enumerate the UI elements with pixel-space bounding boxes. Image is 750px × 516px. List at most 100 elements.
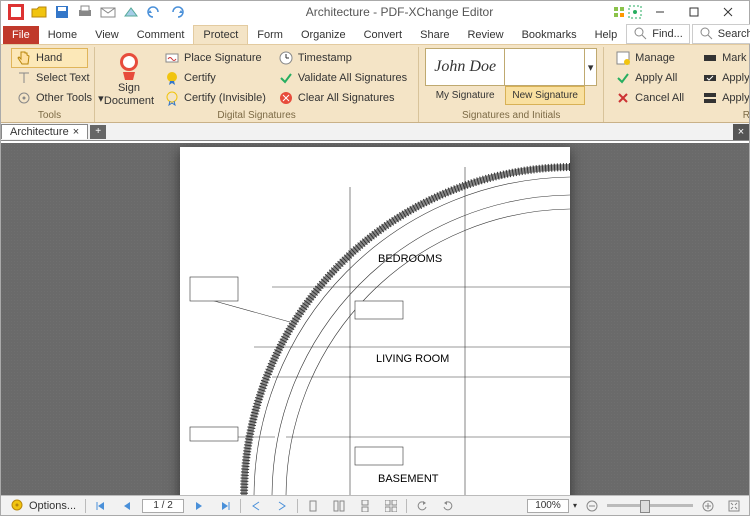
zoom-input[interactable] bbox=[527, 499, 569, 513]
qat-mail-icon[interactable] bbox=[97, 2, 119, 22]
apply-all-label: Apply All bbox=[635, 72, 677, 84]
next-page-button[interactable] bbox=[188, 499, 210, 513]
pdf-page: BEDROOMS LIVING ROOM BASEMENT bbox=[180, 147, 570, 495]
tab-view[interactable]: View bbox=[86, 26, 128, 44]
label-bedrooms: BEDROOMS bbox=[378, 253, 442, 265]
tab-organize[interactable]: Organize bbox=[292, 26, 355, 44]
workspace[interactable]: BEDROOMS LIVING ROOM BASEMENT bbox=[1, 143, 749, 495]
tab-comment[interactable]: Comment bbox=[128, 26, 194, 44]
sign-document-label: Sign Document bbox=[104, 82, 154, 106]
certify-inv-label: Certify (Invisible) bbox=[184, 92, 266, 104]
qat-redo-icon[interactable] bbox=[166, 2, 188, 22]
clear-signatures-button[interactable]: Clear All Signatures bbox=[273, 88, 412, 108]
certify-button[interactable]: Certify bbox=[159, 68, 271, 88]
tab-convert[interactable]: Convert bbox=[355, 26, 412, 44]
clear-label: Clear All Signatures bbox=[298, 92, 395, 104]
layout3-icon[interactable] bbox=[354, 499, 376, 513]
layout2-icon[interactable] bbox=[328, 499, 350, 513]
qat-print-icon[interactable] bbox=[74, 2, 96, 22]
mark-redact-label: Mark for Redaction bbox=[722, 52, 749, 64]
new-signature-tab[interactable]: New Signature bbox=[505, 86, 585, 105]
app-icon bbox=[5, 2, 27, 22]
sign-document-button[interactable]: Sign Document bbox=[101, 48, 157, 109]
add-tab-button[interactable]: + bbox=[90, 125, 106, 139]
apply-all-redact-label: Apply All bbox=[722, 92, 749, 104]
group-manage-label bbox=[610, 109, 689, 122]
apply-all-sig-button[interactable]: Apply All bbox=[610, 68, 689, 88]
manage-label: Manage bbox=[635, 52, 675, 64]
apply-selected-button[interactable]: Apply Selected bbox=[697, 68, 749, 88]
options-label: Options... bbox=[29, 500, 76, 512]
group-redact-label: Redact bbox=[697, 109, 749, 122]
label-living: LIVING ROOM bbox=[376, 353, 449, 365]
zoom-out-button[interactable] bbox=[581, 499, 603, 513]
group-siginitials-label: Signatures and Initials bbox=[425, 109, 597, 122]
validate-label: Validate All Signatures bbox=[298, 72, 407, 84]
find-label: Find... bbox=[652, 28, 683, 40]
search-button[interactable]: Search... bbox=[692, 24, 750, 44]
place-signature-button[interactable]: Place Signature bbox=[159, 48, 271, 68]
apply-all-redact-button[interactable]: Apply All bbox=[697, 88, 749, 108]
place-sig-label: Place Signature bbox=[184, 52, 262, 64]
tab-protect[interactable]: Protect bbox=[193, 25, 248, 44]
qat-undo-icon[interactable] bbox=[143, 2, 165, 22]
prev-page-button[interactable] bbox=[116, 499, 138, 513]
prev-view-button[interactable] bbox=[245, 499, 267, 513]
tab-file[interactable]: File bbox=[3, 26, 39, 44]
tab-review[interactable]: Review bbox=[458, 26, 512, 44]
tab-form[interactable]: Form bbox=[248, 26, 292, 44]
cancel-all-label: Cancel All bbox=[635, 92, 684, 104]
rotate-cw-icon[interactable] bbox=[437, 499, 459, 513]
minimize-button[interactable] bbox=[643, 2, 677, 22]
other-tools[interactable]: Other Tools▾ bbox=[11, 88, 88, 108]
layout1-icon[interactable] bbox=[302, 499, 324, 513]
qat-open-icon[interactable] bbox=[28, 2, 50, 22]
tab-home[interactable]: Home bbox=[39, 26, 86, 44]
fit-page-icon[interactable] bbox=[723, 499, 745, 513]
manage-button[interactable]: Manage bbox=[610, 48, 689, 68]
qat-scan-icon[interactable] bbox=[120, 2, 142, 22]
first-page-button[interactable] bbox=[90, 499, 112, 513]
document-tab[interactable]: Architecture × bbox=[1, 124, 88, 139]
doctab-label: Architecture bbox=[10, 126, 69, 138]
label-basement: BASEMENT bbox=[378, 473, 439, 485]
maximize-button[interactable] bbox=[677, 2, 711, 22]
launch-icon[interactable] bbox=[627, 4, 643, 20]
qat-save-icon[interactable] bbox=[51, 2, 73, 22]
my-signature-tab[interactable]: My Signature bbox=[425, 86, 505, 105]
rotate-ccw-icon[interactable] bbox=[411, 499, 433, 513]
select-text-tool[interactable]: Select Text bbox=[11, 68, 88, 88]
search-label: Search... bbox=[718, 28, 750, 40]
hand-label: Hand bbox=[36, 52, 62, 64]
sig-name: John Doe bbox=[434, 58, 496, 76]
zoom-in-button[interactable] bbox=[697, 499, 719, 513]
close-button[interactable] bbox=[711, 2, 745, 22]
certify-invisible-button[interactable]: Certify (Invisible) bbox=[159, 88, 271, 108]
validate-signatures-button[interactable]: Validate All Signatures bbox=[273, 68, 412, 88]
zoom-slider[interactable] bbox=[607, 504, 693, 507]
tab-bookmarks[interactable]: Bookmarks bbox=[513, 26, 586, 44]
hand-tool[interactable]: Hand bbox=[11, 48, 88, 68]
ui-options-icon[interactable] bbox=[611, 4, 627, 20]
timestamp-button[interactable]: Timestamp bbox=[273, 48, 412, 68]
group-tools-label: Tools bbox=[11, 109, 88, 122]
layout4-icon[interactable] bbox=[380, 499, 402, 513]
window-title: Architecture - PDF-XChange Editor bbox=[188, 5, 611, 19]
tab-share[interactable]: Share bbox=[411, 26, 458, 44]
find-button[interactable]: Find... bbox=[626, 24, 690, 44]
signature-dropdown[interactable]: ▾ bbox=[585, 48, 597, 86]
options-button[interactable]: Options... bbox=[5, 497, 81, 515]
signature-preview-2[interactable] bbox=[505, 48, 585, 86]
certify-label: Certify bbox=[184, 72, 216, 84]
doctab-close-icon[interactable]: × bbox=[73, 126, 79, 138]
tab-help[interactable]: Help bbox=[586, 26, 627, 44]
timestamp-label: Timestamp bbox=[298, 52, 352, 64]
page-number-input[interactable] bbox=[142, 499, 184, 513]
signature-preview-1[interactable]: John Doe bbox=[425, 48, 505, 86]
mark-redaction-button[interactable]: Mark for Redaction bbox=[697, 48, 749, 68]
close-all-tabs[interactable]: × bbox=[733, 124, 749, 140]
select-label: Select Text bbox=[36, 72, 90, 84]
last-page-button[interactable] bbox=[214, 499, 236, 513]
next-view-button[interactable] bbox=[271, 499, 293, 513]
cancel-all-button[interactable]: Cancel All bbox=[610, 88, 689, 108]
